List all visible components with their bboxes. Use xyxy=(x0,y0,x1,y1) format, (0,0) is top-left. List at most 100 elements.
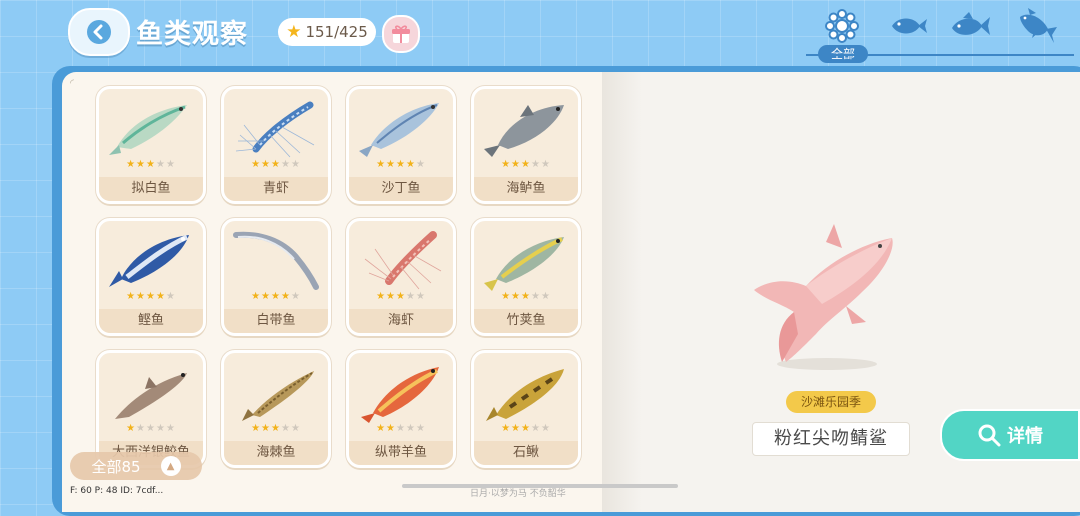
star-filled-icon: ★ xyxy=(386,291,397,302)
star-filled-icon: ★ xyxy=(521,159,531,170)
star-filled-icon: ★ xyxy=(271,423,281,434)
fish-art-icon xyxy=(115,373,187,419)
details-label: 详情 xyxy=(1007,426,1043,447)
fish-card[interactable]: ★★★★★ 青虾 xyxy=(221,86,331,204)
star-empty-icon: ★ xyxy=(165,423,176,434)
fish-card[interactable]: ★★★★★ 海棘鱼 xyxy=(221,350,331,468)
star-empty-icon: ★ xyxy=(155,423,166,434)
season-badge: 沙滩乐园季 xyxy=(786,391,876,413)
filter-small-fish[interactable] xyxy=(884,6,932,46)
rarity-stars: ★★★★★ xyxy=(349,159,453,170)
star-progress: ★ 151/425 xyxy=(278,18,376,46)
star-empty-icon: ★ xyxy=(405,423,416,434)
star-filled-icon: ★ xyxy=(126,159,137,170)
star-filled-icon: ★ xyxy=(511,291,522,302)
rarity-stars: ★★★★★ xyxy=(224,159,328,170)
star-filled-icon: ★ xyxy=(511,423,522,434)
star-empty-icon: ★ xyxy=(165,291,176,302)
fish-card[interactable]: ★★★★★ 石鳅 xyxy=(471,350,581,468)
star-filled-icon: ★ xyxy=(501,423,512,434)
fish-card[interactable]: ★★★★★ 纵带羊鱼 xyxy=(346,350,456,468)
back-arrow-icon xyxy=(87,20,111,44)
fish-art-icon xyxy=(359,103,439,157)
fish-card[interactable]: ★★★★★ 白带鱼 xyxy=(221,218,331,336)
star-filled-icon: ★ xyxy=(146,159,156,170)
star-empty-icon: ★ xyxy=(415,291,426,302)
star-filled-icon: ★ xyxy=(251,423,262,434)
star-empty-icon: ★ xyxy=(165,159,176,170)
gift-button[interactable] xyxy=(382,15,420,53)
star-filled-icon: ★ xyxy=(280,291,291,302)
fish-card[interactable]: ★★★★★ 拟白鱼 xyxy=(96,86,206,204)
rarity-stars: ★★★★★ xyxy=(474,423,578,434)
fish-art-icon xyxy=(484,105,564,157)
star-empty-icon: ★ xyxy=(530,423,541,434)
fish-card[interactable]: ★★★★★ 沙丁鱼 xyxy=(346,86,456,204)
star-filled-icon: ★ xyxy=(386,423,397,434)
fish-card[interactable]: ★★★★★ 海虾 xyxy=(346,218,456,336)
rarity-stars: ★★★★★ xyxy=(224,423,328,434)
shark-model-image xyxy=(754,224,893,370)
star-empty-icon: ★ xyxy=(405,291,416,302)
star-filled-icon: ★ xyxy=(136,159,147,170)
selected-fish-name: 粉红尖吻鲭鲨 xyxy=(752,422,910,456)
fish-card[interactable]: ★★★★★ 大西洋银鲛鱼 xyxy=(96,350,206,468)
page-title: 鱼类观察 xyxy=(136,19,248,50)
star-filled-icon: ★ xyxy=(146,291,156,302)
back-button[interactable] xyxy=(68,8,130,56)
star-empty-icon: ★ xyxy=(136,423,147,434)
star-filled-icon: ★ xyxy=(251,159,262,170)
fish-name: 海棘鱼 xyxy=(224,441,328,465)
rarity-stars: ★★★★★ xyxy=(224,291,328,302)
star-filled-icon: ★ xyxy=(405,159,416,170)
category-toggle-button[interactable]: 全部85 ▲ xyxy=(70,452,202,480)
page-corner-icon: ◜ xyxy=(70,78,74,89)
gift-icon xyxy=(392,25,410,43)
star-empty-icon: ★ xyxy=(396,423,406,434)
star-filled-icon: ★ xyxy=(386,159,397,170)
large-fish-icon xyxy=(1020,8,1057,43)
search-icon xyxy=(978,424,1001,447)
fish-name: 鲣鱼 xyxy=(99,309,203,333)
star-filled-icon: ★ xyxy=(376,291,387,302)
shrimp-art-icon xyxy=(235,101,315,158)
rarity-stars: ★★★★★ xyxy=(349,423,453,434)
fish-name: 青虾 xyxy=(224,177,328,201)
fish-art-icon xyxy=(242,371,314,421)
star-filled-icon: ★ xyxy=(126,423,137,434)
filter-underline xyxy=(806,54,1074,56)
star-empty-icon: ★ xyxy=(530,159,541,170)
filter-large-fish[interactable] xyxy=(1012,6,1060,46)
fish-name: 海鲈鱼 xyxy=(474,177,578,201)
category-count: 全部85 xyxy=(91,457,141,476)
shrimp-art-icon xyxy=(364,231,442,290)
star-filled-icon: ★ xyxy=(511,159,522,170)
rarity-stars: ★★★★★ xyxy=(99,291,203,302)
star-filled-icon: ★ xyxy=(155,291,166,302)
fish-card[interactable]: ★★★★★ 海鲈鱼 xyxy=(471,86,581,204)
star-filled-icon: ★ xyxy=(521,291,531,302)
star-filled-icon: ★ xyxy=(126,291,137,302)
rarity-stars: ★★★★★ xyxy=(99,159,203,170)
star-empty-icon: ★ xyxy=(290,423,301,434)
filter-medium-fish[interactable] xyxy=(946,6,994,46)
fish-art-icon xyxy=(484,237,564,291)
star-filled-icon: ★ xyxy=(501,291,512,302)
debug-overlay: F: 60 P: 48 ID: 7cdf... xyxy=(70,486,164,496)
details-button[interactable]: 详情 xyxy=(940,409,1080,461)
star-filled-icon: ★ xyxy=(261,423,272,434)
rarity-stars: ★★★★★ xyxy=(99,423,203,434)
star-filled-icon: ★ xyxy=(396,159,406,170)
star-empty-icon: ★ xyxy=(290,291,301,302)
rarity-stars: ★★★★★ xyxy=(474,159,578,170)
star-filled-icon: ★ xyxy=(261,159,272,170)
star-icon: ★ xyxy=(286,22,302,42)
star-filled-icon: ★ xyxy=(376,423,387,434)
filter-all[interactable] xyxy=(818,6,866,46)
fish-card[interactable]: ★★★★★ 鲣鱼 xyxy=(96,218,206,336)
star-filled-icon: ★ xyxy=(521,423,531,434)
fish-name: 竹荚鱼 xyxy=(474,309,578,333)
star-empty-icon: ★ xyxy=(415,423,426,434)
star-filled-icon: ★ xyxy=(271,291,281,302)
fish-card[interactable]: ★★★★★ 竹荚鱼 xyxy=(471,218,581,336)
